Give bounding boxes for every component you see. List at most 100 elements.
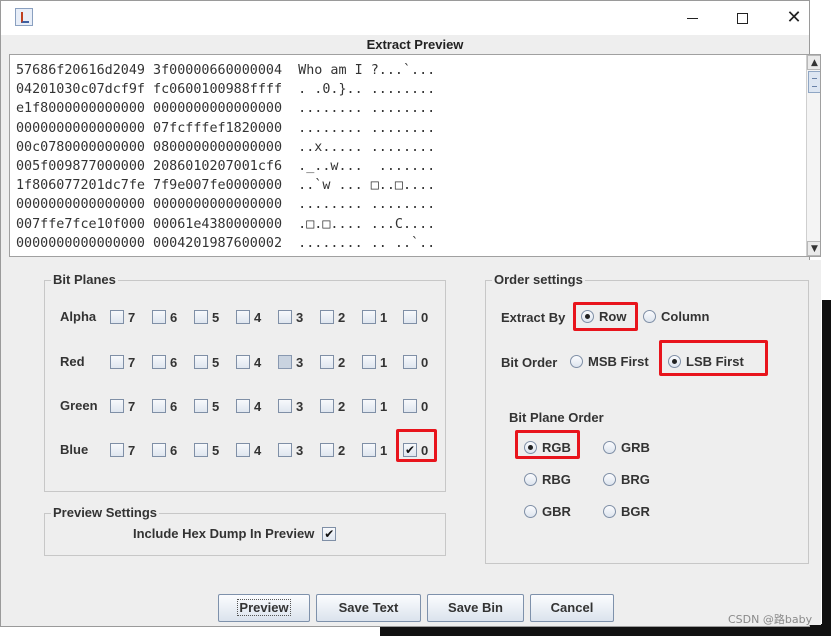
bit-checkbox[interactable]	[320, 443, 334, 457]
bit-option-green-4[interactable]: 4	[236, 396, 261, 416]
bit-option-blue-1[interactable]: 1	[362, 440, 387, 460]
bit-option-alpha-7[interactable]: 7	[110, 307, 135, 327]
bit-option-green-5[interactable]: 5	[194, 396, 219, 416]
bgr-option[interactable]: BGR	[603, 504, 650, 519]
rbg-radio[interactable]	[524, 473, 537, 486]
bit-checkbox[interactable]	[236, 355, 250, 369]
bit-checkbox[interactable]	[152, 443, 166, 457]
bit-option-blue-5[interactable]: 5	[194, 440, 219, 460]
maximize-button[interactable]	[719, 1, 765, 35]
bit-option-red-0[interactable]: 0	[403, 352, 428, 372]
bit-checkbox[interactable]	[110, 355, 124, 369]
extract-by-column-option[interactable]: Column	[643, 309, 709, 324]
scroll-down-button[interactable]: ▼	[807, 241, 820, 256]
bit-option-blue-2[interactable]: 2	[320, 440, 345, 460]
bit-option-blue-6[interactable]: 6	[152, 440, 177, 460]
vertical-scrollbar[interactable]: ▲ ▼	[806, 55, 820, 256]
bit-option-blue-4[interactable]: 4	[236, 440, 261, 460]
bit-option-blue-7[interactable]: 7	[110, 440, 135, 460]
save-bin-button[interactable]: Save Bin	[427, 594, 524, 622]
bit-checkbox[interactable]	[194, 355, 208, 369]
java-cup-icon	[15, 8, 33, 26]
bit-number-label: 5	[212, 398, 220, 414]
bit-option-red-7[interactable]: 7	[110, 352, 135, 372]
bit-option-alpha-4[interactable]: 4	[236, 307, 261, 327]
bit-checkbox[interactable]	[320, 399, 334, 413]
bit-checkbox[interactable]	[194, 310, 208, 324]
scroll-thumb[interactable]	[808, 71, 820, 93]
bit-checkbox[interactable]	[362, 310, 376, 324]
bit-option-green-6[interactable]: 6	[152, 396, 177, 416]
bit-option-green-7[interactable]: 7	[110, 396, 135, 416]
bit-checkbox[interactable]	[362, 399, 376, 413]
bit-checkbox[interactable]	[403, 355, 417, 369]
bit-checkbox[interactable]	[362, 443, 376, 457]
bit-option-green-1[interactable]: 1	[362, 396, 387, 416]
close-button[interactable]: ✕	[771, 1, 817, 35]
bit-option-red-4[interactable]: 4	[236, 352, 261, 372]
bit-checkbox[interactable]	[110, 443, 124, 457]
grb-radio[interactable]	[603, 441, 616, 454]
bit-checkbox[interactable]	[278, 399, 292, 413]
bit-checkbox[interactable]	[152, 310, 166, 324]
bit-checkbox[interactable]	[236, 310, 250, 324]
bit-option-red-1[interactable]: 1	[362, 352, 387, 372]
bgr-radio[interactable]	[603, 505, 616, 518]
msb-first-radio[interactable]	[570, 355, 583, 368]
bit-option-red-5[interactable]: 5	[194, 352, 219, 372]
bit-checkbox[interactable]	[403, 399, 417, 413]
bit-option-red-3[interactable]: 3	[278, 352, 303, 372]
bit-checkbox[interactable]	[362, 355, 376, 369]
bit-option-green-3[interactable]: 3	[278, 396, 303, 416]
bit-option-red-6[interactable]: 6	[152, 352, 177, 372]
bit-plane-row-red: Red 7 6 5 4 3 2 1 0	[45, 352, 445, 372]
preview-button[interactable]: Preview	[218, 594, 310, 622]
hex-dump-checkbox[interactable]: ✔	[322, 526, 337, 541]
rbg-option[interactable]: RBG	[524, 472, 571, 487]
gbr-option[interactable]: GBR	[524, 504, 571, 519]
bit-number-label: 0	[421, 309, 429, 325]
bit-option-alpha-0[interactable]: 0	[403, 307, 428, 327]
bit-option-green-2[interactable]: 2	[320, 396, 345, 416]
bit-option-alpha-2[interactable]: 2	[320, 307, 345, 327]
bit-checkbox[interactable]	[278, 443, 292, 457]
bit-number-label: 4	[254, 398, 262, 414]
bit-checkbox[interactable]	[403, 310, 417, 324]
bit-checkbox[interactable]	[194, 443, 208, 457]
bit-checkbox[interactable]	[152, 355, 166, 369]
hex-dump-option[interactable]: Include Hex Dump In Preview ✔	[133, 526, 337, 541]
bit-checkbox[interactable]	[320, 310, 334, 324]
save-text-button[interactable]: Save Text	[316, 594, 421, 622]
title-bar[interactable]: ✕	[1, 1, 809, 35]
bit-option-green-0[interactable]: 0	[403, 396, 428, 416]
bit-checkbox[interactable]	[320, 355, 334, 369]
bit-checkbox[interactable]	[278, 355, 292, 369]
cancel-button[interactable]: Cancel	[530, 594, 614, 622]
msb-first-option[interactable]: MSB First	[570, 354, 649, 369]
column-radio[interactable]	[643, 310, 656, 323]
scroll-up-button[interactable]: ▲	[807, 55, 820, 70]
bit-plane-row-green: Green 7 6 5 4 3 2 1 0	[45, 396, 445, 416]
bit-checkbox[interactable]	[110, 399, 124, 413]
bit-option-alpha-1[interactable]: 1	[362, 307, 387, 327]
bit-option-alpha-6[interactable]: 6	[152, 307, 177, 327]
bit-option-alpha-3[interactable]: 3	[278, 307, 303, 327]
minimize-button[interactable]	[669, 1, 715, 35]
bit-option-red-2[interactable]: 2	[320, 352, 345, 372]
bit-number-label: 7	[128, 398, 136, 414]
gbr-radio[interactable]	[524, 505, 537, 518]
bit-option-blue-3[interactable]: 3	[278, 440, 303, 460]
bit-checkbox[interactable]	[278, 310, 292, 324]
brg-option[interactable]: BRG	[603, 472, 650, 487]
grb-option[interactable]: GRB	[603, 440, 650, 455]
bit-option-alpha-5[interactable]: 5	[194, 307, 219, 327]
bit-checkbox[interactable]	[194, 399, 208, 413]
brg-radio[interactable]	[603, 473, 616, 486]
bit-plane-row-label: Green	[60, 398, 98, 413]
bit-checkbox[interactable]	[236, 399, 250, 413]
bit-checkbox[interactable]	[236, 443, 250, 457]
preview-text-area[interactable]: 57686f20616d2049 3f00000660000004 Who am…	[9, 54, 821, 257]
bit-checkbox[interactable]	[152, 399, 166, 413]
bit-checkbox[interactable]	[110, 310, 124, 324]
highlight-lsb-first	[659, 340, 768, 376]
